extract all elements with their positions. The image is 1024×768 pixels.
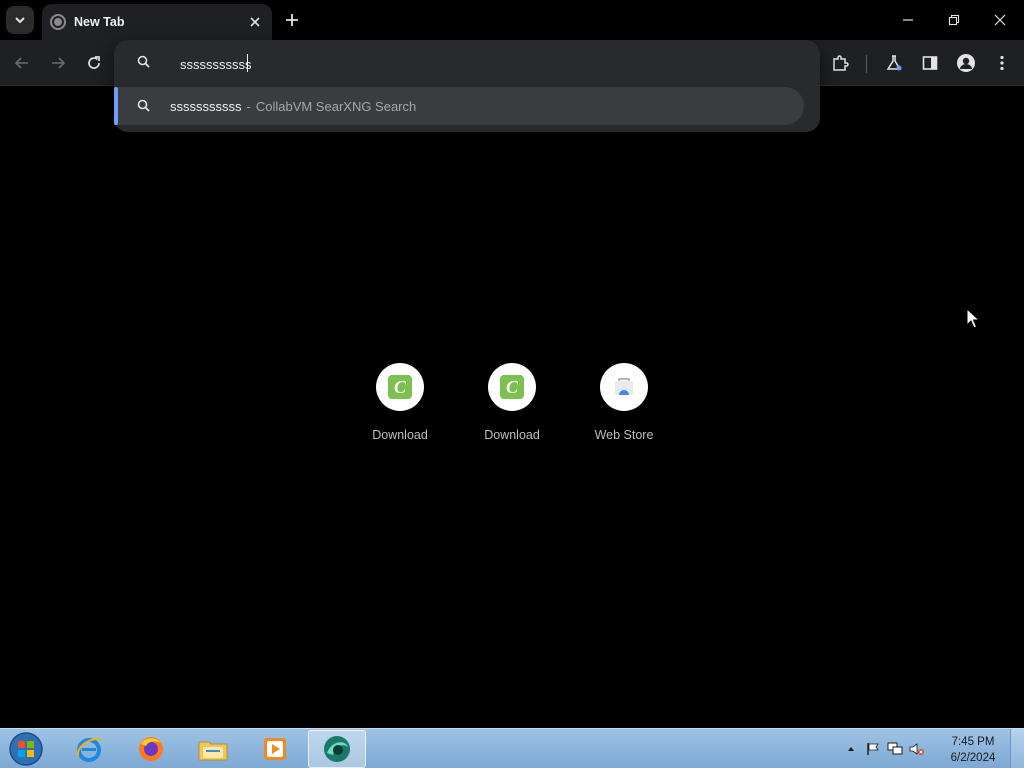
forward-button[interactable] — [44, 49, 72, 77]
shortcut-tile[interactable]: Web Store — [568, 363, 680, 453]
start-button[interactable] — [6, 731, 46, 767]
tab-title: New Tab — [74, 15, 125, 29]
restore-icon — [948, 14, 960, 26]
shortcut-tile[interactable]: C Download — [344, 363, 456, 453]
windows-orb-icon — [9, 732, 43, 766]
taskbar-firefox[interactable] — [122, 730, 180, 768]
media-player-icon — [264, 738, 286, 760]
side-panel-icon — [922, 56, 938, 70]
reload-button[interactable] — [80, 49, 108, 77]
clock-time: 7:45 PM — [951, 736, 995, 748]
puzzle-icon — [833, 55, 849, 71]
minimize-button[interactable] — [886, 4, 930, 36]
menu-button[interactable] — [988, 49, 1016, 77]
tray-expand-button[interactable] — [843, 741, 859, 757]
close-window-button[interactable] — [978, 4, 1022, 36]
browser-icon — [324, 736, 350, 762]
green-c-icon: C — [500, 375, 524, 399]
arrow-right-icon — [52, 57, 66, 69]
globe-icon — [50, 14, 66, 30]
close-icon — [250, 17, 260, 27]
taskbar-clock[interactable]: 7:45 PM 6/2/2024 — [940, 734, 1006, 766]
suggestion-selection-indicator — [114, 87, 118, 125]
chevron-down-icon — [15, 17, 25, 24]
file-explorer-icon — [198, 741, 228, 761]
address-bar-input[interactable] — [180, 53, 780, 75]
minimize-icon — [903, 19, 913, 21]
web-store-icon — [615, 378, 633, 395]
taskbar-file-explorer[interactable] — [184, 730, 242, 768]
search-icon — [137, 99, 150, 112]
chevron-up-icon — [848, 747, 854, 751]
more-vert-icon — [1000, 55, 1004, 71]
tray-action-center[interactable] — [865, 741, 881, 757]
close-icon — [994, 14, 1006, 26]
shortcut-tile[interactable]: C Download — [456, 363, 568, 453]
green-c-icon: C — [388, 375, 412, 399]
shortcut-label: Download — [484, 428, 540, 442]
omnibox-dropdown: sssssssssss - CollabVM SearXNG Search — [114, 40, 820, 132]
system-tray — [843, 737, 925, 761]
reload-icon — [88, 56, 100, 69]
tray-network[interactable] — [887, 741, 903, 757]
volume-muted-icon — [909, 743, 924, 755]
suggestion-query: sssssssssss — [170, 98, 242, 114]
firefox-icon — [139, 737, 163, 761]
mouse-cursor-icon — [966, 308, 980, 329]
profile-icon — [957, 54, 975, 72]
shortcut-icon-circle: C — [488, 363, 536, 411]
omnibox-suggestion[interactable]: sssssssssss - CollabVM SearXNG Search — [114, 87, 804, 125]
taskbar: 7:45 PM 6/2/2024 — [0, 728, 1024, 768]
shortcut-label: Download — [372, 428, 428, 442]
search-icon — [137, 55, 150, 68]
back-button[interactable] — [8, 49, 36, 77]
flag-icon — [867, 743, 879, 755]
plus-icon — [286, 14, 298, 26]
internet-explorer-icon — [76, 738, 102, 762]
network-icon — [887, 742, 903, 755]
flask-icon — [886, 55, 902, 71]
tray-volume[interactable] — [909, 741, 925, 757]
clock-date: 6/2/2024 — [950, 752, 996, 764]
shortcut-label: Web Store — [594, 428, 654, 442]
taskbar-internet-explorer[interactable] — [60, 730, 118, 768]
new-tab-button[interactable] — [280, 8, 304, 32]
suggestion-separator: - — [246, 98, 251, 114]
side-panel-button[interactable] — [916, 49, 944, 77]
tab-strip: New Tab — [0, 0, 1024, 40]
tab-search-button[interactable] — [6, 6, 34, 34]
shortcut-icon-circle — [600, 363, 648, 411]
extensions-button[interactable] — [826, 49, 854, 77]
profile-button[interactable] — [952, 49, 980, 77]
shortcut-icon-circle: C — [376, 363, 424, 411]
arrow-left-icon — [14, 57, 28, 69]
show-desktop-button[interactable] — [1010, 729, 1024, 768]
suggestion-engine: CollabVM SearXNG Search — [255, 98, 417, 114]
tab-close-button[interactable] — [246, 13, 264, 31]
taskbar-media-player[interactable] — [246, 730, 304, 768]
text-caret — [247, 54, 248, 72]
restore-button[interactable] — [932, 4, 976, 36]
toolbar-divider — [866, 55, 867, 73]
labs-button[interactable] — [880, 49, 908, 77]
tab-new-tab[interactable]: New Tab — [42, 4, 272, 40]
taskbar-browser-active[interactable] — [308, 730, 366, 768]
